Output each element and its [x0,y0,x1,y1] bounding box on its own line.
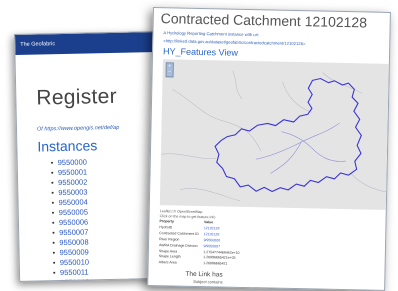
instances-heading: Instances [37,137,98,155]
register-title: Register [36,84,118,110]
view-heading: HY_Features View [162,46,239,58]
link-heading: The Link has [185,270,223,279]
zoom-out-button[interactable]: − [167,69,173,75]
instance-link[interactable]: 9550012 [53,277,89,281]
instances-list: 9550000 9550001 9550002 9550003 9550004 … [51,158,90,282]
zoom-control: + − [165,62,174,78]
map-caption: Leaflet | © OpenStreetMap Click on the m… [160,209,216,219]
catchment-boundary[interactable] [214,76,362,193]
river-network [255,122,346,174]
feature-window: Contracted Catchment 12102128 A Hydrolog… [147,7,391,291]
property-name: Albers Area [158,260,177,265]
property-value: 1.26996665421 [203,261,228,266]
feature-title: Contracted Catchment 12102128 [160,10,368,31]
catchment-map[interactable]: + − [159,59,389,210]
feature-description: A Hydrology Reporting Catchment instance… [163,30,260,38]
map-canvas [160,70,387,202]
link-columns: Subject contains [193,278,223,285]
feature-uri-link[interactable]: <http://linked.data.gov.au/dataset/geofa… [163,38,305,46]
register-uri-link[interactable]: Of https://www.opengis.net/def/ap [37,125,119,133]
properties-table: Property Value HydroID 12102128 Contract… [159,219,246,268]
